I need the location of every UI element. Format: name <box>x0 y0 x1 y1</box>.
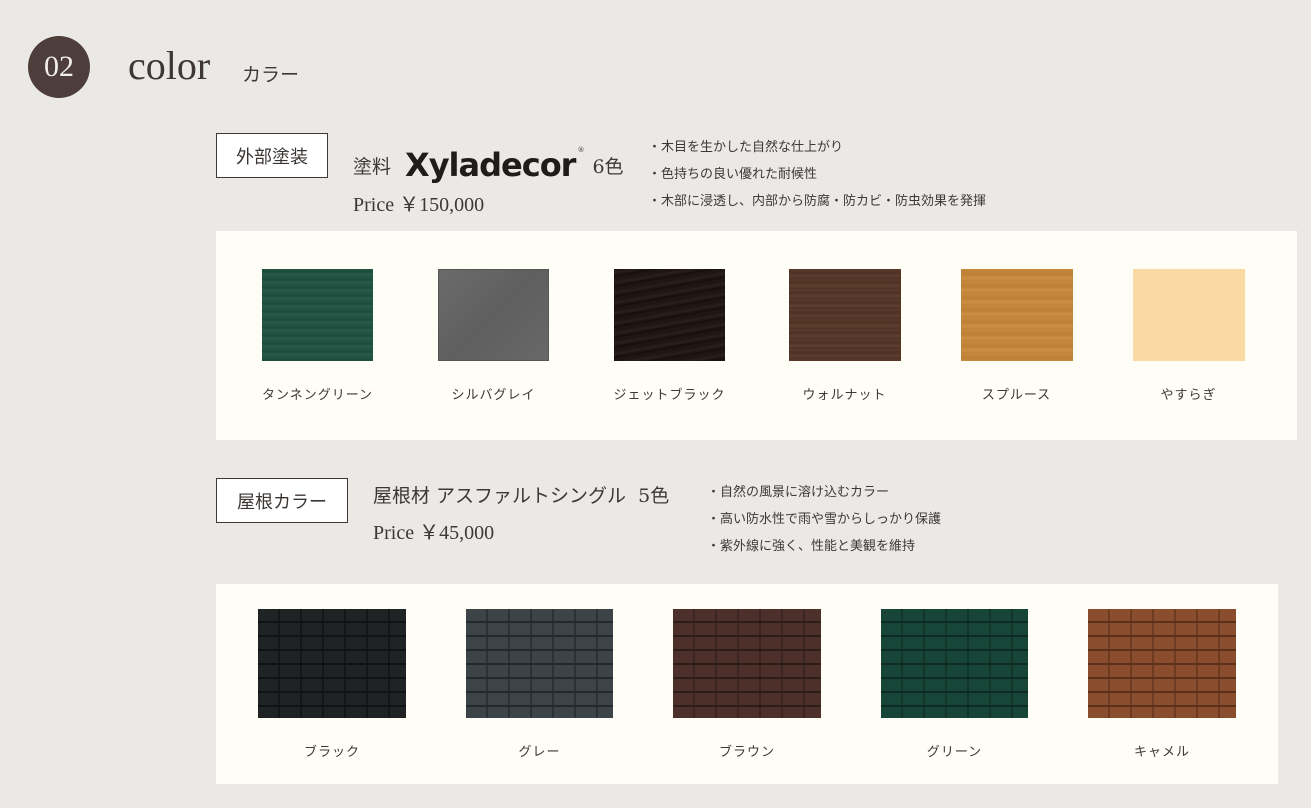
swatch-label: ブラウン <box>718 745 775 760</box>
roof-price: Price ￥45,000 <box>373 522 495 544</box>
swatch-label: シルバグレイ <box>451 388 536 403</box>
exterior-material: 塗料 <box>353 156 392 178</box>
roof-product-line: 屋根材 アスファルトシングル 5色 <box>373 481 669 508</box>
exterior-product-line: 塗料 Xyladecor ® 6色 <box>353 146 624 184</box>
swatch-label: キャメル <box>1133 745 1190 760</box>
swatch-label: グリーン <box>926 745 983 760</box>
yasuragi-swatch <box>1133 269 1245 361</box>
feature-item: ・色持ちの良い優れた耐候性 <box>648 167 818 182</box>
section-number-badge: 02 <box>28 36 90 98</box>
roof-color-count: 5色 <box>638 485 670 507</box>
swatch-label: ウォルナット <box>802 388 887 403</box>
feature-item: ・高い防水性で雨や雪からしっかり保護 <box>707 512 942 527</box>
feature-item: ・木目を生かした自然な仕上がり <box>648 140 844 155</box>
shingle-brown-swatch <box>673 609 821 718</box>
xyladecor-logo: Xyladecor <box>405 146 576 184</box>
spruce-swatch <box>961 269 1073 361</box>
shingle-grey-swatch <box>466 609 613 718</box>
exterior-color-panel: タンネングリーン シルバグレイ ジェットブラック ウォルナット スプルース やす… <box>216 231 1297 440</box>
swatch-label: グレー <box>518 745 561 760</box>
swatch-label: やすらぎ <box>1160 388 1217 403</box>
exterior-color-count: 6色 <box>592 156 624 178</box>
roof-features: ・自然の風景に溶け込むカラー ・高い防水性で雨や雪からしっかり保護 ・紫外線に強… <box>707 479 941 560</box>
feature-item: ・紫外線に強く、性能と美観を維持 <box>707 539 916 554</box>
roof-color-panel: ブラック グレー ブラウン グリーン キャメル <box>216 584 1278 784</box>
registered-mark: ® <box>577 146 585 154</box>
feature-item: ・自然の風景に溶け込むカラー <box>707 485 890 500</box>
silva-grey-swatch <box>438 269 549 361</box>
roof-product: 屋根材 アスファルトシングル <box>373 485 627 507</box>
feature-item: ・木部に浸透し、内部から防腐・防カビ・防虫効果を発揮 <box>648 194 987 209</box>
tannen-green-swatch <box>262 269 373 361</box>
swatch-label: タンネングリーン <box>261 388 374 403</box>
swatch-label: ジェットブラック <box>613 388 726 403</box>
section-title: color <box>128 43 211 88</box>
shingle-green-swatch <box>881 609 1028 718</box>
swatch-label: スプルース <box>981 388 1052 403</box>
shingle-black-swatch <box>258 609 406 718</box>
exterior-features: ・木目を生かした自然な仕上がり ・色持ちの良い優れた耐候性 ・木部に浸透し、内部… <box>648 134 986 215</box>
shingle-camel-swatch <box>1088 609 1236 718</box>
walnut-swatch <box>789 269 901 361</box>
roof-color-tag: 屋根カラー <box>216 478 348 523</box>
section-subtitle: カラー <box>242 64 300 86</box>
swatch-label: ブラック <box>303 745 360 760</box>
jet-black-swatch <box>614 269 725 361</box>
exterior-price: Price ￥150,000 <box>353 194 485 216</box>
exterior-paint-tag: 外部塗装 <box>216 133 328 178</box>
